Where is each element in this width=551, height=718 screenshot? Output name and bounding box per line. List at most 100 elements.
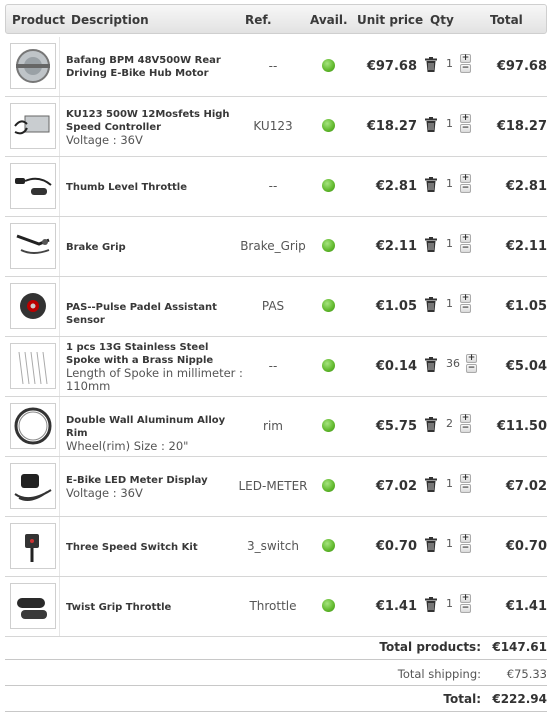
item-total: €5.04 xyxy=(505,359,547,374)
header-ref: Ref. xyxy=(245,13,272,27)
item-name[interactable]: Double Wall Aluminum Alloy Rim xyxy=(66,414,246,440)
table-row: PAS--Pulse Padel Assistant Sensor PAS €1.0… xyxy=(5,277,547,337)
item-name[interactable]: Brake Grip xyxy=(66,241,246,254)
item-attribute: Voltage : 36V xyxy=(66,133,143,147)
item-name[interactable]: Bafang BPM 48V500W Rear Driving E-Bike H… xyxy=(66,54,246,80)
item-total: €18.27 xyxy=(496,119,547,134)
item-ref: Brake_Grip xyxy=(240,239,306,253)
availability-dot-icon xyxy=(322,419,335,432)
table-row: Three Speed Switch Kit 3_switch €0.70 1 + − €0… xyxy=(5,517,547,577)
item-name[interactable]: PAS--Pulse Padel Assistant Sensor xyxy=(66,301,246,327)
item-quantity: 1 xyxy=(446,597,453,610)
table-row: E-Bike LED Meter Display Voltage : 36V LED… xyxy=(5,457,547,517)
controller-image[interactable] xyxy=(10,103,56,149)
trash-icon[interactable] xyxy=(425,57,437,72)
item-total: €2.11 xyxy=(505,239,547,254)
item-name[interactable]: KU123 500W 12Mosfets High Speed Controll… xyxy=(66,108,246,134)
item-total: €1.05 xyxy=(505,299,547,314)
item-total: €97.68 xyxy=(496,59,547,74)
item-ref: Throttle xyxy=(249,599,297,613)
item-quantity: 2 xyxy=(446,417,453,430)
brake-grip-image[interactable] xyxy=(10,223,56,269)
grand-total-row: Total: €222.94 xyxy=(5,692,547,712)
item-quantity: 1 xyxy=(446,177,453,190)
availability-dot-icon xyxy=(322,119,335,132)
item-unit-price: €5.75 xyxy=(375,419,417,434)
availability-dot-icon xyxy=(322,359,335,372)
header-qty: Qty xyxy=(430,13,454,27)
item-name[interactable]: Three Speed Switch Kit xyxy=(66,541,246,554)
table-row: Thumb Level Throttle -- €2.81 1 + − €2.81 xyxy=(5,157,547,217)
item-attribute: Wheel(rim) Size : 20" xyxy=(66,439,189,453)
trash-icon[interactable] xyxy=(425,357,437,372)
item-unit-price: €7.02 xyxy=(375,479,417,494)
total-shipping-row: Total shipping: €75.33 xyxy=(5,667,547,687)
availability-dot-icon xyxy=(322,299,335,312)
item-unit-price: €2.11 xyxy=(375,239,417,254)
table-header: Product Description Ref. Avail. Unit pri… xyxy=(5,4,547,34)
item-total: €2.81 xyxy=(505,179,547,194)
trash-icon[interactable] xyxy=(425,597,437,612)
item-quantity: 1 xyxy=(446,477,453,490)
thumb-throttle-image[interactable] xyxy=(10,163,56,209)
header-total: Total xyxy=(490,13,523,27)
twist-throttle-image[interactable] xyxy=(10,583,56,629)
trash-icon[interactable] xyxy=(425,417,437,432)
item-description: PAS--Pulse Padel Assistant Sensor xyxy=(66,301,246,327)
total-products-label: Total products: xyxy=(379,640,481,654)
total-products-row: Total products: €147.61 xyxy=(5,640,547,660)
item-ref: -- xyxy=(268,179,278,193)
item-unit-price: €2.81 xyxy=(375,179,417,194)
item-unit-price: €0.14 xyxy=(375,359,417,374)
grand-total-value: €222.94 xyxy=(492,692,547,706)
item-description: 1 pcs 13G Stainless Steel Spoke with a B… xyxy=(66,341,246,393)
trash-icon[interactable] xyxy=(425,177,437,192)
availability-dot-icon xyxy=(322,59,335,72)
pas-sensor-image[interactable] xyxy=(10,283,56,329)
item-total: €11.50 xyxy=(496,419,547,434)
trash-icon[interactable] xyxy=(425,117,437,132)
item-unit-price: €1.41 xyxy=(375,599,417,614)
item-ref: -- xyxy=(268,359,278,373)
trash-icon[interactable] xyxy=(425,537,437,552)
item-unit-price: €97.68 xyxy=(366,59,417,74)
header-unit-price: Unit price xyxy=(357,13,424,27)
table-row: Twist Grip Throttle Throttle €1.41 1 + − €1.41 xyxy=(5,577,547,637)
item-unit-price: €0.70 xyxy=(375,539,417,554)
header-avail: Avail. xyxy=(310,13,348,27)
hub-motor-image[interactable] xyxy=(10,43,56,89)
item-unit-price: €18.27 xyxy=(366,119,417,134)
availability-dot-icon xyxy=(322,479,335,492)
item-name[interactable]: Thumb Level Throttle xyxy=(66,181,246,194)
item-name[interactable]: 1 pcs 13G Stainless Steel Spoke with a B… xyxy=(66,341,246,367)
trash-icon[interactable] xyxy=(425,477,437,492)
item-description: Double Wall Aluminum Alloy Rim Wheel(rim)… xyxy=(66,414,246,453)
item-description: KU123 500W 12Mosfets High Speed Controll… xyxy=(66,108,246,147)
item-total: €0.70 xyxy=(505,539,547,554)
rim-image[interactable] xyxy=(10,403,56,449)
item-unit-price: €1.05 xyxy=(375,299,417,314)
item-ref: KU123 xyxy=(253,119,293,133)
item-name[interactable]: Twist Grip Throttle xyxy=(66,601,246,614)
spoke-image[interactable] xyxy=(10,343,56,389)
table-row: Bafang BPM 48V500W Rear Driving E-Bike H… xyxy=(5,37,547,97)
trash-icon[interactable] xyxy=(425,237,437,252)
header-description: Description xyxy=(71,13,149,27)
item-ref: 3_switch xyxy=(247,539,299,553)
switch-kit-image[interactable] xyxy=(10,523,56,569)
total-shipping-value: €75.33 xyxy=(506,667,547,681)
header-product: Product xyxy=(12,13,65,27)
grand-total-label: Total: xyxy=(443,692,481,706)
table-row: 1 pcs 13G Stainless Steel Spoke with a B… xyxy=(5,337,547,397)
summary-divider xyxy=(5,685,547,686)
item-quantity: 1 xyxy=(446,537,453,550)
item-ref: -- xyxy=(268,59,278,73)
led-meter-image[interactable] xyxy=(10,463,56,509)
item-total: €1.41 xyxy=(505,599,547,614)
item-ref: LED-METER xyxy=(238,479,308,493)
item-description: Three Speed Switch Kit xyxy=(66,541,246,554)
trash-icon[interactable] xyxy=(425,297,437,312)
availability-dot-icon xyxy=(322,239,335,252)
total-shipping-label: Total shipping: xyxy=(397,667,481,681)
item-description: Bafang BPM 48V500W Rear Driving E-Bike H… xyxy=(66,54,246,80)
